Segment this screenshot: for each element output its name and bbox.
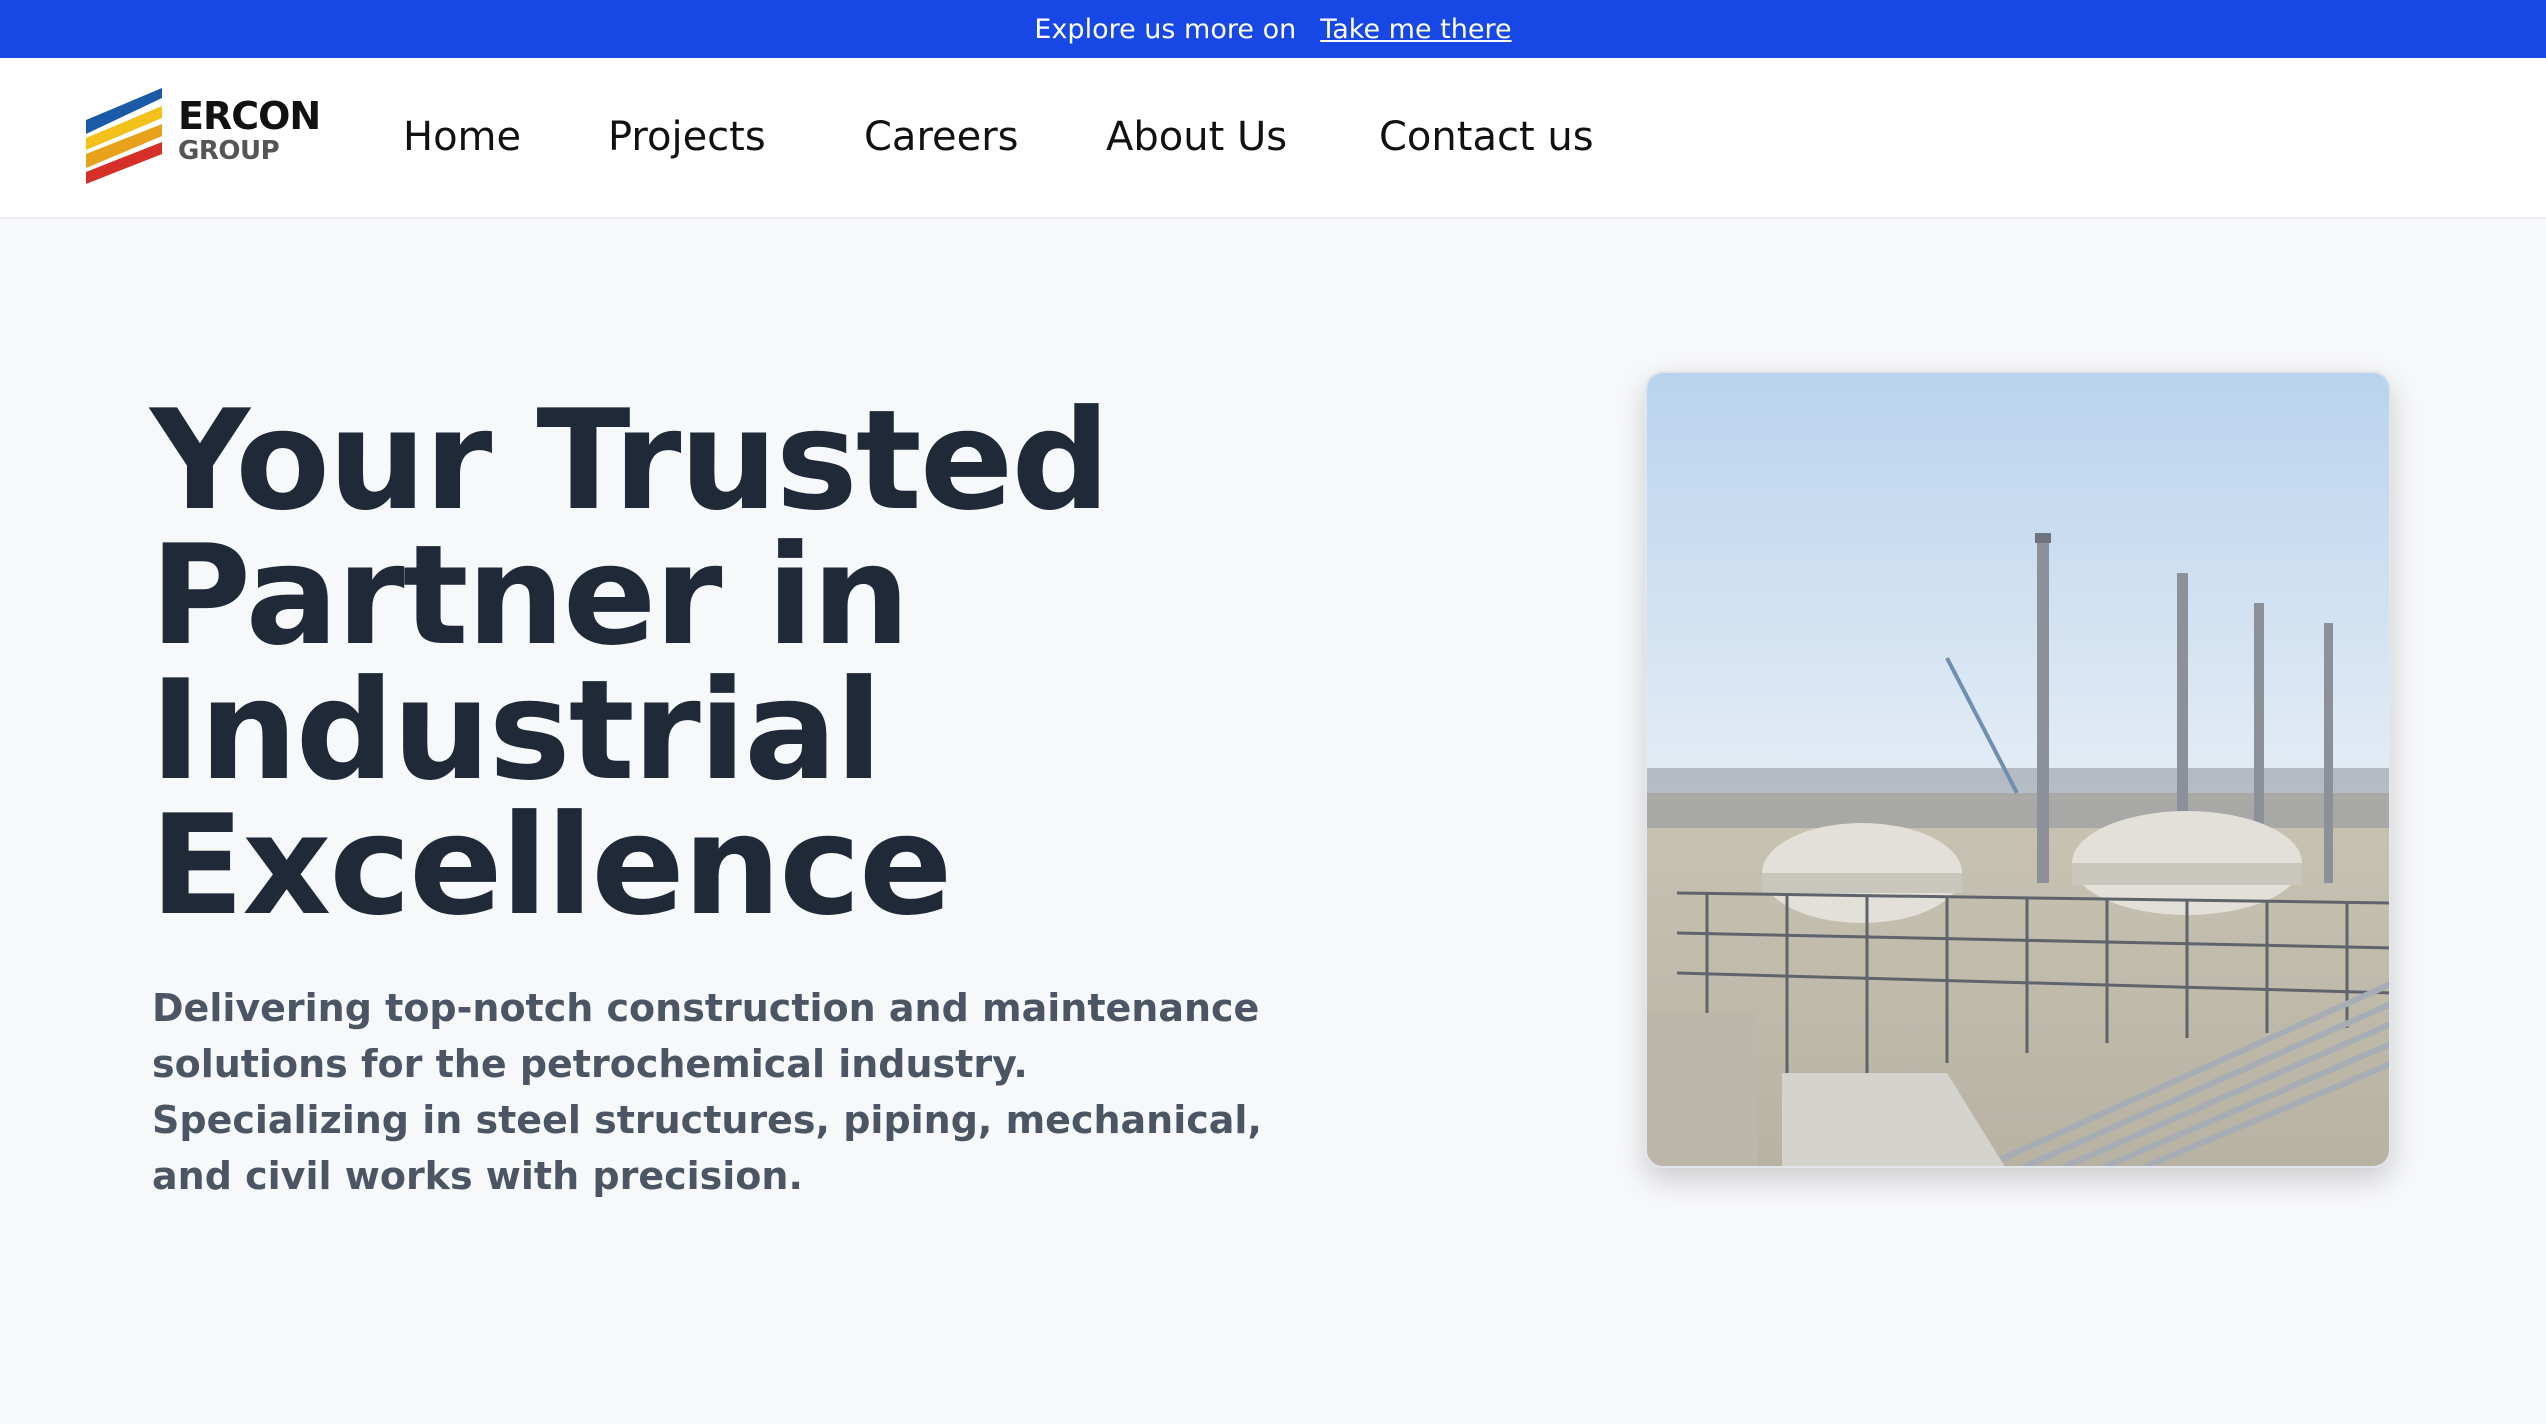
hero-title-line: Partner in	[150, 515, 910, 676]
nav-contact-us[interactable]: Contact us	[1379, 114, 1594, 160]
main-navbar: ERCON GROUP Home Projects Careers About …	[0, 58, 2546, 219]
nav-home[interactable]: Home	[403, 114, 521, 160]
hero-title-line: Excellence	[150, 785, 953, 946]
brand-logo[interactable]: ERCON GROUP	[86, 88, 321, 188]
announcement-text: Explore us more on	[1034, 13, 1297, 45]
nav-about-us[interactable]: About Us	[1106, 114, 1287, 160]
nav-projects[interactable]: Projects	[608, 114, 766, 160]
industrial-plant-illustration	[1647, 373, 2389, 1166]
ercon-stripes-logo-icon	[86, 88, 162, 184]
brand-name: ERCON	[178, 94, 321, 138]
hero-title-line: Industrial	[150, 650, 883, 811]
announcement-link[interactable]: Take me there	[1320, 14, 1511, 45]
announcement-bar: Explore us more on Take me there	[0, 0, 2546, 58]
hero-title-line: Your Trusted	[150, 380, 1110, 541]
hero-plant-image	[1645, 371, 2391, 1168]
hero-description: Delivering top-notch construction and ma…	[152, 986, 1262, 1198]
hero-title: Your Trusted Partner in Industrial Excel…	[150, 380, 1350, 946]
brand-subname: GROUP	[178, 136, 280, 166]
nav-careers[interactable]: Careers	[864, 114, 1019, 160]
